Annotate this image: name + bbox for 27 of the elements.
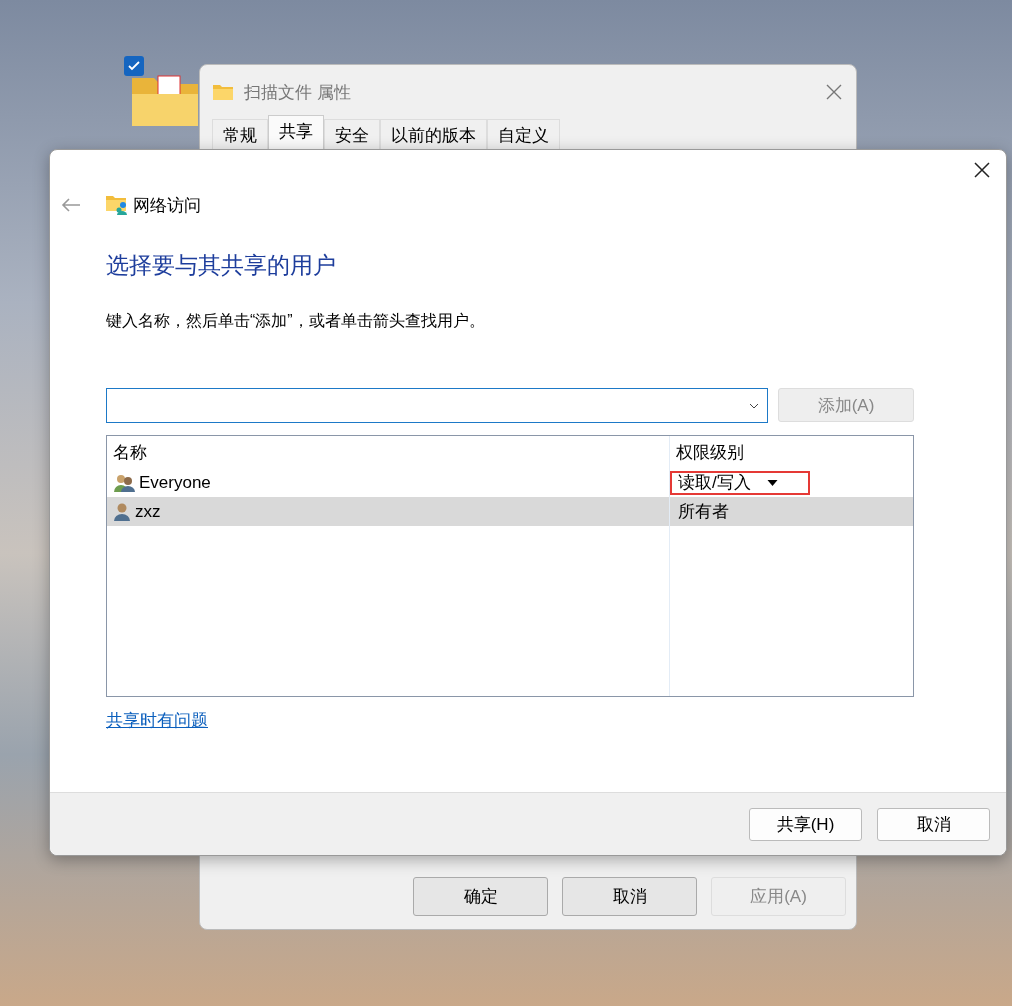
user-group-icon [113, 472, 135, 493]
heading: 选择要与其共享的用户 [106, 251, 337, 280]
page-title: 网络访问 [133, 194, 201, 217]
user-icon [113, 501, 131, 522]
column-header[interactable]: 名称 [107, 436, 670, 468]
network-folder-icon [105, 194, 129, 216]
help-link[interactable]: 共享时有问题 [106, 709, 208, 732]
window-title: 扫描文件 属性 [244, 81, 352, 104]
dialog-button[interactable]: 取消 [877, 807, 990, 841]
caret-icon[interactable] [766, 479, 778, 486]
dialog-button[interactable]: 取消 [562, 877, 697, 916]
user-name: zxz [135, 501, 161, 522]
dialog-button[interactable]: 共享(H) [749, 807, 862, 841]
chevron-down-icon[interactable] [749, 402, 759, 409]
checkbox[interactable] [124, 56, 144, 76]
user-name: Everyone [139, 472, 211, 493]
folder-icon [212, 83, 234, 101]
close-icon[interactable] [974, 162, 990, 178]
permission-level: 所有者 [677, 501, 730, 523]
column-header[interactable]: 权限级别 [670, 436, 913, 468]
permission-dropdown[interactable]: 读取/写入 [670, 470, 810, 495]
user-row[interactable]: zxz 所有者 [107, 497, 913, 526]
instruction-text: 键入名称，然后单击“添加”，或者单击箭头查找用户。 [106, 311, 486, 331]
dialog-button[interactable]: 确定 [413, 877, 548, 916]
back-arrow-icon[interactable] [61, 197, 81, 213]
user-name-combobox[interactable] [106, 388, 768, 423]
folder-icon[interactable] [130, 72, 200, 128]
